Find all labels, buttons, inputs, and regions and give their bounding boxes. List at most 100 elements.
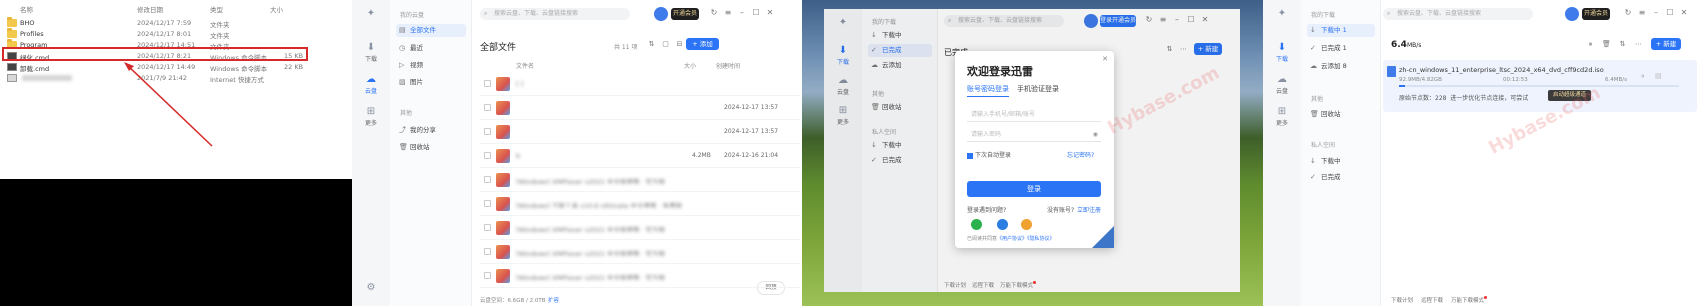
eye-icon[interactable]: ◉ (1093, 128, 1098, 142)
login-problem-link[interactable]: 登录遇到问题? (967, 205, 1006, 214)
view-icon[interactable]: ⊟ (674, 39, 685, 50)
sidebar-item-more[interactable]: ⊞ 更多 (352, 106, 390, 127)
check-circle-icon: ✓ (1310, 44, 1316, 52)
search-input[interactable]: ⌕ 搜索云盘、下载、云盘链接搜索 (480, 8, 630, 20)
footer-remote[interactable]: 远程下载 (1421, 296, 1443, 304)
nav-trash[interactable]: 🗑 回收站 (1307, 108, 1375, 121)
file-name: [ ] (516, 80, 524, 88)
nav-private-completed[interactable]: ✓ 已完成 (1307, 171, 1375, 184)
account-input[interactable]: 请输入手机号/邮箱/账号 (967, 108, 1101, 122)
menu-icon[interactable]: ≡ (723, 8, 733, 17)
storage-usage: 云盘空间：6.6GB / 2.0TB (480, 298, 546, 304)
nav-video[interactable]: ▷ 视频 (396, 59, 466, 72)
sidebar-item-cloud[interactable]: ☁ 云盘 (352, 74, 390, 95)
file-row[interactable]: [Windows] 万能工具 v10.6 Ultimate 中文便携 · 免费版 (480, 192, 800, 216)
user-agreement-link[interactable]: 《用户协议》 (997, 236, 1027, 242)
forgot-password-link[interactable]: 忘记密码? (1067, 150, 1094, 159)
close-icon[interactable]: ✕ (765, 8, 775, 17)
file-row[interactable]: 2024-12-17 13:57 (480, 96, 800, 120)
close-icon[interactable]: ✕ (1102, 55, 1108, 63)
row-checkbox[interactable] (484, 104, 491, 111)
file-row[interactable]: [Windows] XMPlayer v2021 中文版便携 · 官方版 (480, 240, 800, 264)
add-button[interactable]: + 新建 (1651, 38, 1681, 50)
add-button[interactable]: + 添加 (686, 38, 719, 50)
tab-password-login[interactable]: 账号密码登录 (967, 84, 1009, 97)
nav-downloading[interactable]: ↓ 下载中 1 (1307, 24, 1375, 37)
nav-all-files[interactable]: ▤ 全部文件 (396, 24, 466, 37)
expand-link[interactable]: 扩容 (548, 296, 559, 304)
sidebar-item-cloud[interactable]: ☁ 云盘 (1263, 74, 1301, 95)
download-task[interactable]: zh-cn_windows_11_enterprise_ltsc_2024_x6… (1383, 60, 1697, 112)
nav-images[interactable]: ▨ 图片 (396, 76, 466, 89)
wechat-icon[interactable] (971, 219, 982, 230)
row-checkbox[interactable] (484, 80, 491, 87)
clock-icon: ◷ (399, 44, 406, 52)
qr-code-icon[interactable] (1092, 226, 1114, 248)
pause-icon[interactable]: ⏸ (1641, 72, 1645, 81)
register-link[interactable]: 立即注册 (1077, 205, 1101, 214)
file-thumbnail (496, 269, 510, 283)
qq-icon[interactable] (997, 219, 1008, 230)
tab-sms-login[interactable]: 手机验证登录 (1017, 84, 1059, 94)
maximize-icon[interactable]: ☐ (751, 8, 761, 17)
nav-private-downloading[interactable]: ↓ 下载中 (1307, 155, 1375, 168)
close-icon[interactable]: ✕ (1679, 8, 1689, 17)
vip-button[interactable]: 开通会员 (671, 8, 699, 20)
weibo-icon[interactable] (1021, 219, 1032, 230)
file-row[interactable]: b 4.2MB 2024-12-16 21:04 (480, 144, 800, 168)
file-row[interactable]: [Windows] XMPlayer v2021 中文版便携 · 官方版 (480, 264, 800, 288)
more-icon[interactable]: ⋯ (1633, 39, 1644, 50)
sidebar-item-download[interactable]: ⬇ 下载 (1263, 42, 1301, 63)
footer-universal[interactable]: 万能下载模式 (1451, 296, 1488, 304)
black-area (0, 179, 352, 306)
menu-icon[interactable]: ≡ (1637, 8, 1647, 17)
avatar[interactable] (654, 7, 668, 21)
nav-trash[interactable]: 🗑 回收站 (396, 141, 466, 154)
file-row[interactable]: 2024-12-17 13:57 (480, 120, 800, 144)
nav-completed[interactable]: ✓ 已完成 1 (1307, 42, 1375, 55)
maximize-icon[interactable]: ☐ (1665, 8, 1675, 17)
delete-icon[interactable]: 🗑 (1601, 39, 1612, 50)
app-logo-icon: ✦ (1277, 8, 1287, 19)
footer-remote[interactable]: 远程下载 (972, 281, 994, 289)
file-row[interactable]: [ ] (480, 72, 800, 96)
row-checkbox[interactable] (484, 176, 491, 183)
file-date: 2024-12-17 13:57 (724, 104, 779, 111)
row-checkbox[interactable] (484, 128, 491, 135)
sidebar-item-download[interactable]: ⬇ 下载 (352, 42, 390, 63)
file-row[interactable]: [Windows] XMPlayer v2021 中文版便携 · 官方版 (480, 216, 800, 240)
settings-icon[interactable]: ⚙ (352, 282, 390, 294)
pause-all-icon[interactable]: ⏸ (1585, 39, 1596, 50)
footer-plan[interactable]: 下载计划 (1391, 296, 1413, 304)
column-name[interactable]: 文件名 (516, 61, 534, 70)
folder-add-icon[interactable]: ▢ (660, 39, 671, 50)
refresh-icon[interactable]: ↻ (1623, 8, 1633, 17)
login-button[interactable]: 登录 (967, 181, 1101, 197)
row-checkbox[interactable] (484, 248, 491, 255)
avatar[interactable] (1565, 7, 1579, 21)
password-input[interactable]: 请输入密码 ◉ (967, 128, 1101, 142)
row-checkbox[interactable] (484, 152, 491, 159)
file-row[interactable]: [Windows] XMPlayer v2021 中文版便携 · 官方版 (480, 168, 800, 192)
minimize-icon[interactable]: – (1651, 8, 1661, 17)
row-checkbox[interactable] (484, 272, 491, 279)
minimize-icon[interactable]: – (737, 8, 747, 17)
footer-plan[interactable]: 下载计划 (944, 281, 966, 289)
column-date[interactable]: 创建时间 (716, 61, 740, 70)
footer-universal[interactable]: 万能下载模式 (1000, 281, 1037, 289)
search-input[interactable]: ⌕ 搜索云盘、下载、云盘链接搜索 (1383, 8, 1533, 20)
auto-login-checkbox[interactable]: 下次自动登录 (967, 150, 1011, 159)
nav-cloud-add[interactable]: ☁ 云添加 8 (1307, 60, 1375, 73)
sort-icon[interactable]: ⇅ (646, 39, 657, 50)
row-checkbox[interactable] (484, 200, 491, 207)
nav-my-share[interactable]: ⤴ 我的分享 (396, 124, 466, 137)
row-checkbox[interactable] (484, 224, 491, 231)
sidebar-item-more[interactable]: ⊞ 更多 (1263, 106, 1301, 127)
privacy-link[interactable]: 《隐私协议》 (1027, 236, 1055, 242)
vip-button[interactable]: 开通会员 (1582, 8, 1610, 20)
nav-recent[interactable]: ◷ 最近 (396, 42, 466, 55)
refresh-icon[interactable]: ↻ (709, 8, 719, 17)
column-size[interactable]: 大小 (684, 61, 696, 70)
sort-icon[interactable]: ⇅ (1617, 39, 1628, 50)
folder-icon[interactable]: ▤ (1655, 72, 1662, 80)
